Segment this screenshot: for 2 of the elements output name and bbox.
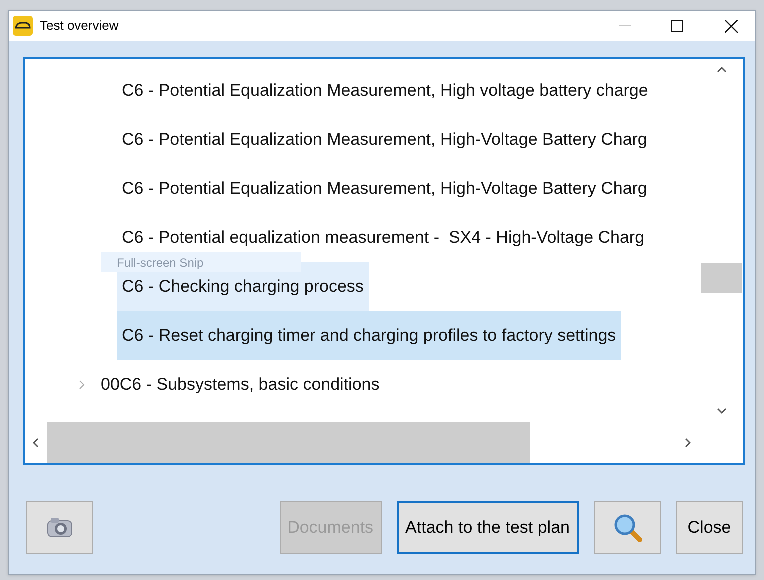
window-title: Test overview <box>40 17 119 36</box>
snip-tooltip: Full-screen Snip <box>101 252 301 272</box>
